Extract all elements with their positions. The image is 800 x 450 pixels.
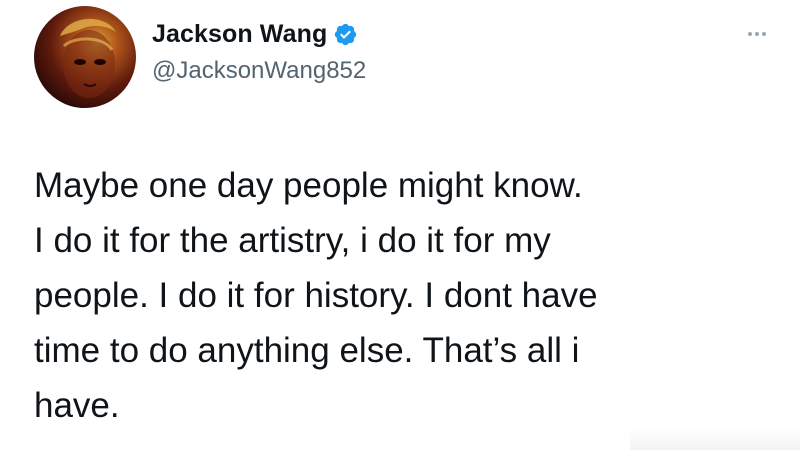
more-dot: [748, 32, 752, 36]
tweet-text: Maybe one day people might know. I do it…: [34, 166, 598, 425]
image-edge-artifact: [630, 428, 800, 450]
profile-photo-icon: [34, 18, 116, 108]
more-dot: [762, 32, 766, 36]
name-row: Jackson Wang: [152, 20, 366, 49]
tweet-card: Jackson Wang @JacksonWang852 Maybe one d…: [0, 0, 800, 450]
author-info: Jackson Wang @JacksonWang852: [152, 20, 366, 85]
more-options-icon[interactable]: [748, 32, 766, 36]
avatar[interactable]: [34, 6, 136, 108]
display-name[interactable]: Jackson Wang: [152, 20, 327, 49]
tweet-header: Jackson Wang @JacksonWang852: [34, 6, 366, 108]
verified-badge-icon: [333, 22, 358, 47]
user-handle[interactable]: @JacksonWang852: [152, 57, 366, 85]
more-dot: [755, 32, 759, 36]
